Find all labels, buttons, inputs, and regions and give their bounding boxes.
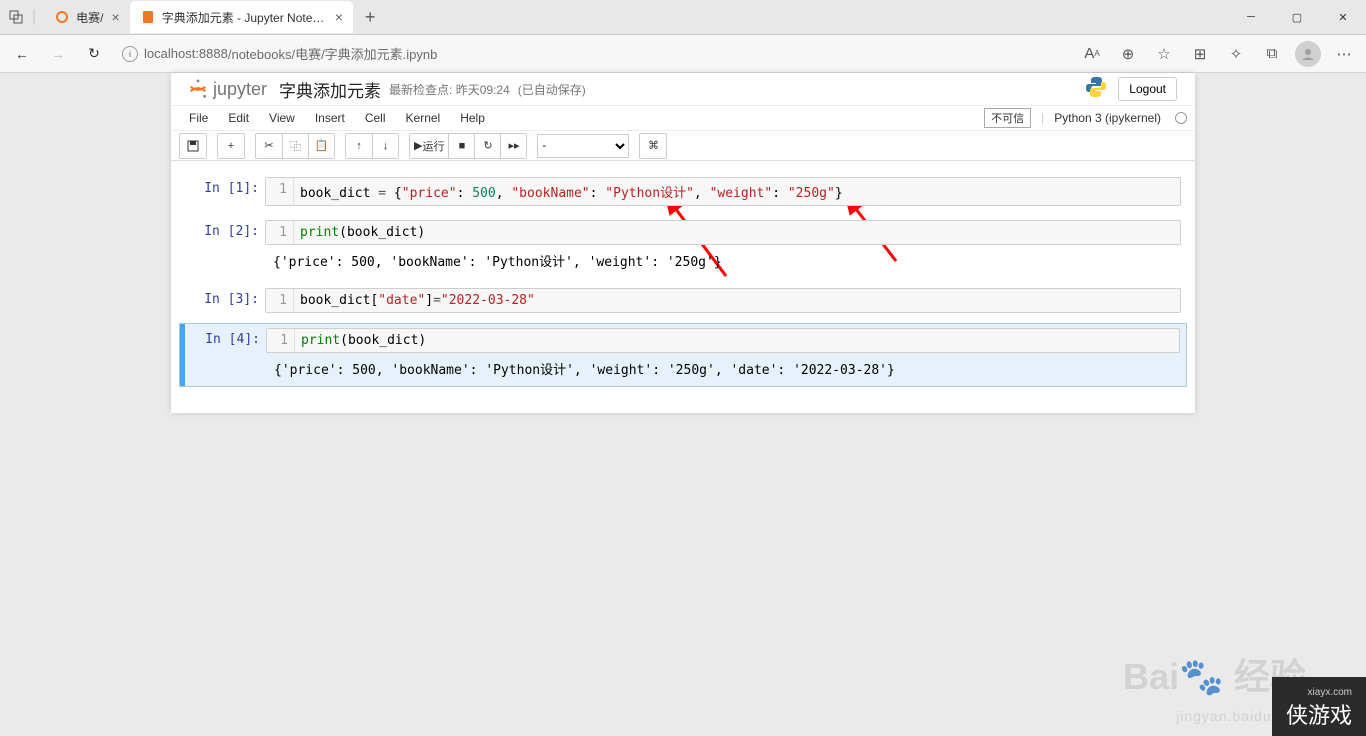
line-number: 1 bbox=[266, 289, 294, 312]
code-input[interactable]: 1print(book_dict) bbox=[266, 328, 1180, 353]
code-cell-2[interactable]: In [2]:1print(book_dict){'price': 500, '… bbox=[179, 216, 1187, 278]
close-window-button[interactable]: ✕ bbox=[1320, 0, 1366, 35]
cell-prompt: In [1]: bbox=[179, 177, 265, 196]
browser-tab-1[interactable]: 电赛/ × bbox=[44, 1, 130, 33]
menu-view[interactable]: View bbox=[259, 111, 305, 125]
address-bar[interactable]: i localhost:8888 /notebooks/电赛/字典添加元素.ip… bbox=[114, 40, 1072, 68]
toolbar: + ✂ ⿻ 📋 ↑ ↓ ▶ 运行 ■ ↻ ▸▸ - ⌘ bbox=[171, 131, 1195, 161]
menu-help[interactable]: Help bbox=[450, 111, 495, 125]
cell-prompt: In [2]: bbox=[179, 220, 265, 239]
copy-button[interactable]: ⿻ bbox=[282, 134, 308, 158]
add-cell-button[interactable]: + bbox=[218, 134, 244, 158]
save-button[interactable] bbox=[180, 134, 206, 158]
profile-avatar[interactable] bbox=[1292, 38, 1324, 70]
jupyter-logo[interactable]: jupyter bbox=[187, 78, 267, 100]
menu-cell[interactable]: Cell bbox=[355, 111, 396, 125]
corner-badge-text: 侠游戏 bbox=[1286, 703, 1352, 728]
jupyter-logo-text: jupyter bbox=[213, 79, 267, 100]
jupyter-favicon-icon bbox=[54, 9, 70, 25]
zoom-icon[interactable]: ⊕ bbox=[1112, 38, 1144, 70]
notebook-name[interactable]: 字典添加元素 bbox=[279, 77, 381, 102]
notebook-favicon-icon bbox=[140, 9, 156, 25]
code-input[interactable]: 1print(book_dict) bbox=[265, 220, 1181, 245]
code-line[interactable]: print(book_dict) bbox=[294, 221, 431, 244]
corner-badge: xiayx.com 侠游戏 bbox=[1272, 677, 1366, 736]
url-host: localhost:8888 bbox=[144, 46, 228, 61]
cell-output: {'price': 500, 'bookName': 'Python设计', '… bbox=[179, 247, 1187, 274]
code-line[interactable]: print(book_dict) bbox=[295, 329, 432, 352]
paste-button[interactable]: 📋 bbox=[308, 134, 334, 158]
cell-prompt: In [4]: bbox=[180, 328, 266, 347]
notebook-cells: In [1]:1book_dict = {"price": 500, "book… bbox=[171, 161, 1195, 413]
code-cell-3[interactable]: In [3]:1book_dict["date"]="2022-03-28" bbox=[179, 284, 1187, 317]
collections-icon[interactable]: ⧉ bbox=[1256, 38, 1288, 70]
code-line[interactable]: book_dict = {"price": 500, "bookName": "… bbox=[294, 178, 849, 205]
tab-actions-icon[interactable] bbox=[8, 9, 24, 25]
tab-title: 字典添加元素 - Jupyter Noteboo bbox=[162, 9, 327, 26]
more-icon[interactable]: ⋯ bbox=[1328, 38, 1360, 70]
python-logo-icon bbox=[1084, 75, 1108, 104]
trusted-indicator[interactable]: 不可信 bbox=[984, 108, 1031, 128]
kernel-status-icon bbox=[1175, 112, 1187, 124]
site-info-icon[interactable]: i bbox=[122, 46, 138, 62]
run-button[interactable]: ▶ 运行 bbox=[410, 134, 448, 158]
back-button[interactable]: ← bbox=[6, 38, 38, 70]
code-cell-4[interactable]: In [4]:1print(book_dict){'price': 500, '… bbox=[179, 323, 1187, 387]
line-number: 1 bbox=[267, 329, 295, 352]
forward-button[interactable]: → bbox=[42, 38, 74, 70]
logout-button[interactable]: Logout bbox=[1118, 77, 1177, 101]
url-path: /notebooks/电赛/字典添加元素.ipynb bbox=[228, 44, 438, 63]
code-cell-1[interactable]: In [1]:1book_dict = {"price": 500, "book… bbox=[179, 173, 1187, 210]
tab-title: 电赛/ bbox=[76, 9, 103, 26]
cell-type-select[interactable]: - bbox=[537, 134, 629, 158]
autosave-status: (已自动保存) bbox=[518, 81, 586, 98]
browser-tab-2[interactable]: 字典添加元素 - Jupyter Noteboo × bbox=[130, 1, 353, 33]
code-line[interactable]: book_dict["date"]="2022-03-28" bbox=[294, 289, 541, 312]
stop-button[interactable]: ■ bbox=[448, 134, 474, 158]
move-down-button[interactable]: ↓ bbox=[372, 134, 398, 158]
text-size-icon[interactable]: AA bbox=[1076, 38, 1108, 70]
command-palette-button[interactable]: ⌘ bbox=[640, 134, 666, 158]
fast-forward-button[interactable]: ▸▸ bbox=[500, 134, 526, 158]
cell-prompt: In [3]: bbox=[179, 288, 265, 307]
favorite-icon[interactable]: ☆ bbox=[1148, 38, 1180, 70]
move-up-button[interactable]: ↑ bbox=[346, 134, 372, 158]
restart-button[interactable]: ↻ bbox=[474, 134, 500, 158]
code-input[interactable]: 1book_dict["date"]="2022-03-28" bbox=[265, 288, 1181, 313]
line-number: 1 bbox=[266, 178, 294, 205]
menu-insert[interactable]: Insert bbox=[305, 111, 355, 125]
jupyter-header: jupyter 字典添加元素 最新检查点: 昨天09:24 (已自动保存) Lo… bbox=[171, 73, 1195, 105]
close-icon[interactable]: × bbox=[335, 9, 343, 25]
menu-kernel[interactable]: Kernel bbox=[396, 111, 451, 125]
kernel-name[interactable]: Python 3 (ipykernel) bbox=[1054, 111, 1161, 125]
cut-button[interactable]: ✂ bbox=[256, 134, 282, 158]
minimize-button[interactable]: ─ bbox=[1228, 0, 1274, 35]
extensions-icon[interactable]: ⊞ bbox=[1184, 38, 1216, 70]
menu-file[interactable]: File bbox=[179, 111, 218, 125]
menubar: File Edit View Insert Cell Kernel Help 不… bbox=[171, 105, 1195, 131]
corner-badge-url: xiayx.com bbox=[1286, 687, 1352, 698]
refresh-button[interactable]: ↻ bbox=[78, 38, 110, 70]
line-number: 1 bbox=[266, 221, 294, 244]
close-icon[interactable]: × bbox=[112, 9, 120, 25]
menu-edit[interactable]: Edit bbox=[218, 111, 259, 125]
favorites-bar-icon[interactable]: ✧ bbox=[1220, 38, 1252, 70]
cell-output: {'price': 500, 'bookName': 'Python设计', '… bbox=[180, 355, 1186, 382]
maximize-button[interactable]: ▢ bbox=[1274, 0, 1320, 35]
browser-tab-strip: | 电赛/ × 字典添加元素 - Jupyter Noteboo × + ─ ▢… bbox=[0, 0, 1366, 35]
jupyter-logo-icon bbox=[187, 78, 209, 100]
browser-toolbar: ← → ↻ i localhost:8888 /notebooks/电赛/字典添… bbox=[0, 35, 1366, 73]
code-input[interactable]: 1book_dict = {"price": 500, "bookName": … bbox=[265, 177, 1181, 206]
new-tab-button[interactable]: + bbox=[353, 7, 388, 28]
checkpoint-label: 最新检查点: 昨天09:24 bbox=[389, 81, 510, 98]
